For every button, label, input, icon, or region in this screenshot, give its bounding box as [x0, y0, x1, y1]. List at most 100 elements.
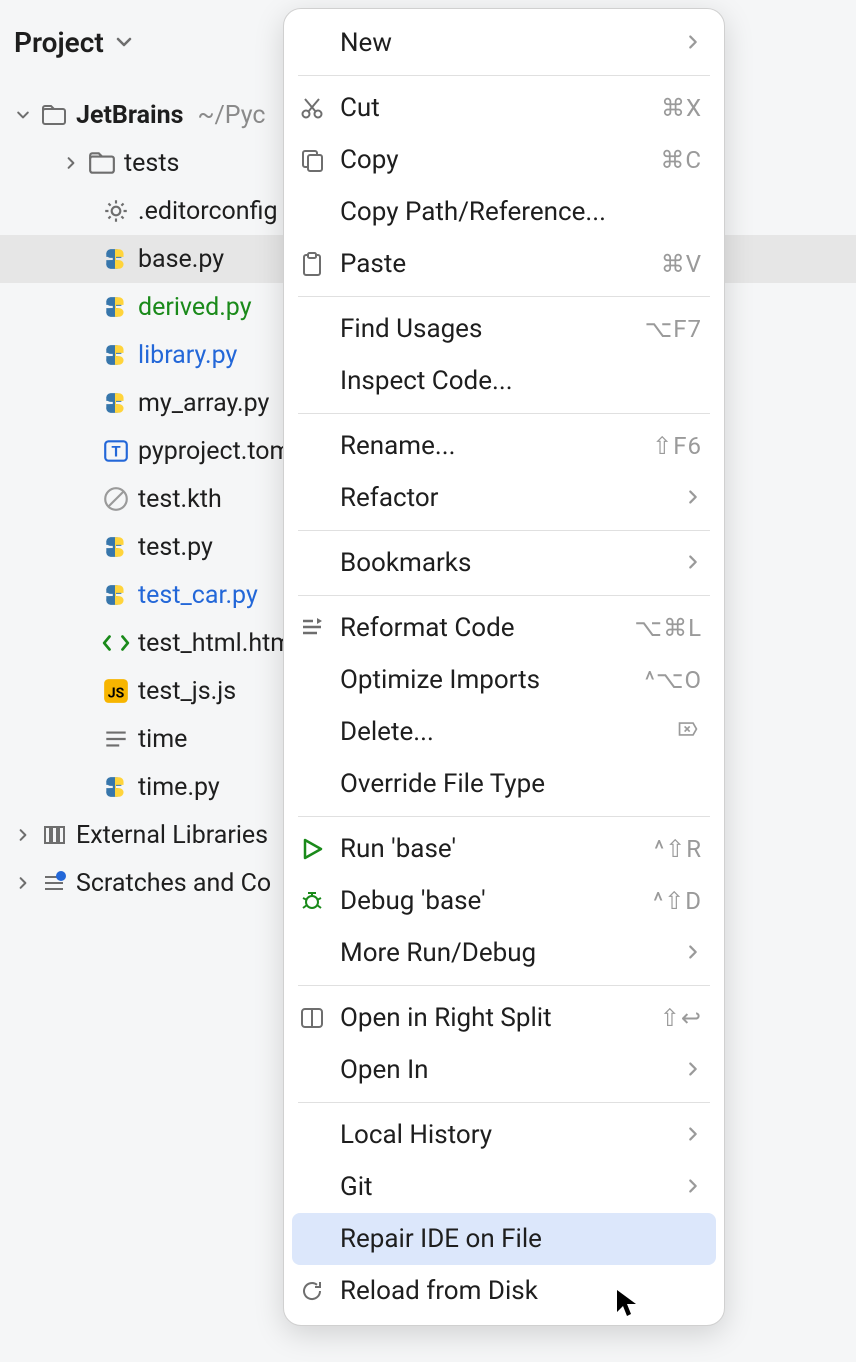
- chevron-right-icon: [684, 484, 702, 513]
- cut-icon: [298, 94, 326, 122]
- menu-item[interactable]: Cut⌘X: [284, 82, 724, 134]
- tree-item-label: library.py: [138, 341, 237, 370]
- tree-item-label: time: [138, 725, 187, 754]
- scratches-icon: [40, 869, 68, 897]
- chevron-right-icon: [684, 939, 702, 968]
- py-icon: [102, 581, 130, 609]
- menu-item-label: Paste: [340, 249, 647, 279]
- py-icon: [102, 245, 130, 273]
- menu-separator: [298, 816, 710, 817]
- py-icon: [102, 533, 130, 561]
- gear-icon: [102, 197, 130, 225]
- menu-item-label: Open in Right Split: [340, 1003, 646, 1033]
- reload-icon: [298, 1277, 326, 1305]
- menu-item[interactable]: Inspect Code...: [284, 355, 724, 407]
- split-icon: [298, 1004, 326, 1032]
- menu-item-label: Delete...: [340, 717, 660, 747]
- menu-item[interactable]: Open in Right Split⇧↩: [284, 992, 724, 1044]
- tree-item-label: test_js.js: [138, 677, 236, 706]
- menu-item-label: Reload from Disk: [340, 1276, 702, 1306]
- py-icon: [102, 389, 130, 417]
- menu-item[interactable]: Open In: [284, 1044, 724, 1096]
- chevron-down-icon: [114, 26, 134, 59]
- debug-icon: [298, 887, 326, 915]
- menu-item-label: Inspect Code...: [340, 366, 702, 396]
- folder-icon: [40, 101, 68, 129]
- menu-item-label: Repair IDE on File: [340, 1224, 702, 1254]
- menu-item[interactable]: Debug 'base' ^⇧D: [284, 875, 724, 927]
- menu-item[interactable]: Override File Type: [284, 758, 724, 810]
- project-title: Project: [14, 26, 104, 59]
- tree-item-label: pyproject.tom: [138, 437, 291, 466]
- blank-icon: [298, 770, 326, 798]
- menu-item[interactable]: New: [284, 17, 724, 69]
- menu-shortcut: ^⇧R: [654, 835, 702, 863]
- menu-item-label: Git: [340, 1172, 670, 1202]
- menu-item[interactable]: Optimize Imports ^⌥O: [284, 654, 724, 706]
- menu-item[interactable]: Rename...⇧F6: [284, 420, 724, 472]
- none-icon: [102, 485, 130, 513]
- menu-separator: [298, 530, 710, 531]
- menu-shortcut: ⌘X: [661, 94, 702, 122]
- menu-item-label: Refactor: [340, 483, 670, 513]
- blank-icon: [298, 367, 326, 395]
- menu-item-label: Copy Path/Reference...: [340, 197, 702, 227]
- context-menu: New Cut⌘X Copy ⌘C Copy Path/Reference... Past…: [283, 8, 725, 1326]
- menu-shortcut: ^⇧D: [653, 887, 702, 915]
- menu-separator: [298, 296, 710, 297]
- py-icon: [102, 293, 130, 321]
- menu-item[interactable]: More Run/Debug: [284, 927, 724, 979]
- menu-item[interactable]: Copy Path/Reference...: [284, 186, 724, 238]
- menu-item[interactable]: Delete...: [284, 706, 724, 758]
- menu-item[interactable]: Reformat Code⌥⌘L: [284, 602, 724, 654]
- blank-icon: [298, 432, 326, 460]
- delete-key-icon: [674, 718, 702, 746]
- run-icon: [298, 835, 326, 863]
- menu-item-label: Local History: [340, 1120, 670, 1150]
- menu-separator: [298, 1102, 710, 1103]
- menu-item[interactable]: Bookmarks: [284, 537, 724, 589]
- tree-item-label: time.py: [138, 773, 220, 802]
- menu-item-label: Optimize Imports: [340, 665, 631, 695]
- chevron-right-icon: [684, 1056, 702, 1085]
- menu-item[interactable]: Run 'base' ^⇧R: [284, 823, 724, 875]
- menu-separator: [298, 985, 710, 986]
- menu-item-label: Reformat Code: [340, 613, 620, 643]
- menu-item[interactable]: Find Usages ⌥F7: [284, 303, 724, 355]
- menu-item[interactable]: Paste⌘V: [284, 238, 724, 290]
- menu-item[interactable]: Local History: [284, 1109, 724, 1161]
- py-icon: [102, 341, 130, 369]
- menu-shortcut: ^⌥O: [645, 666, 702, 694]
- tree-scratches-label: Scratches and Co: [76, 869, 271, 898]
- js-icon: [102, 677, 130, 705]
- menu-item-label: Debug 'base': [340, 886, 639, 916]
- menu-shortcut: ⌥F7: [645, 315, 702, 343]
- menu-item[interactable]: Copy ⌘C: [284, 134, 724, 186]
- chevron-right-icon: [684, 1121, 702, 1150]
- blank-icon: [298, 315, 326, 343]
- menu-shortcut: ⌘C: [660, 146, 702, 174]
- html-icon: [102, 629, 130, 657]
- tree-item-label: test.py: [138, 533, 213, 562]
- tree-item-label: derived.py: [138, 293, 252, 322]
- menu-item[interactable]: Reload from Disk: [284, 1265, 724, 1317]
- tree-item-label: .editorconfig: [138, 197, 278, 226]
- tree-item-label: my_array.py: [138, 389, 269, 418]
- menu-item[interactable]: Refactor: [284, 472, 724, 524]
- menu-item-label: Copy: [340, 145, 646, 175]
- tree-item-label: base.py: [138, 245, 224, 274]
- toml-icon: [102, 437, 130, 465]
- menu-item-label: Find Usages: [340, 314, 631, 344]
- menu-item[interactable]: Git: [284, 1161, 724, 1213]
- menu-item-label: Run 'base': [340, 834, 640, 864]
- reformat-icon: [298, 614, 326, 642]
- menu-item[interactable]: Repair IDE on File: [292, 1213, 716, 1265]
- tree-item-label: tests: [124, 149, 179, 178]
- library-icon: [40, 821, 68, 849]
- paste-icon: [298, 250, 326, 278]
- menu-item-label: More Run/Debug: [340, 938, 670, 968]
- copy-icon: [298, 146, 326, 174]
- chevron-right-icon: [684, 1173, 702, 1202]
- tree-root-name: JetBrains: [76, 101, 183, 130]
- blank-icon: [298, 29, 326, 57]
